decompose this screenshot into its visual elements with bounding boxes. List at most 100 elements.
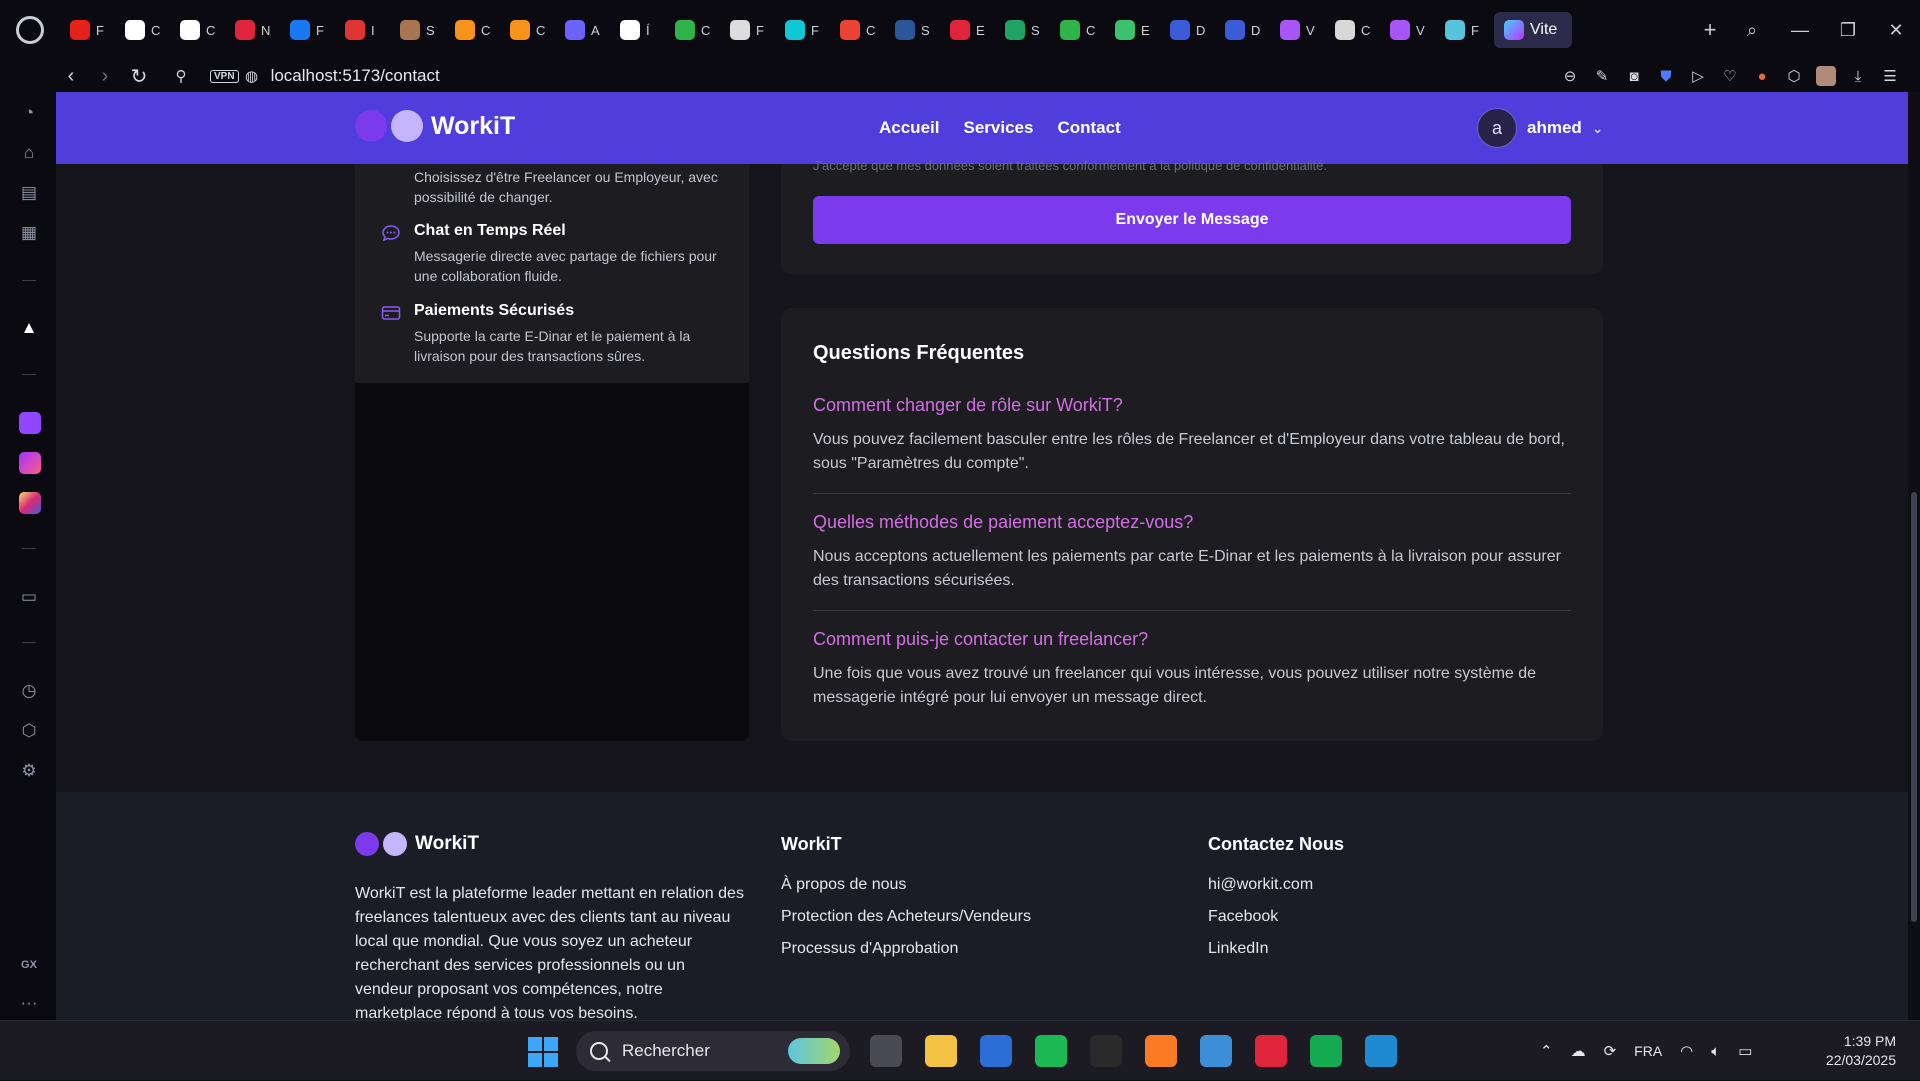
browser-tab[interactable]: V (1380, 0, 1435, 60)
menu-icon[interactable]: ☰ (1880, 66, 1900, 86)
browser-tab[interactable]: S (995, 0, 1050, 60)
instagram-icon[interactable] (19, 492, 41, 514)
reload-button[interactable]: ↻ (122, 60, 156, 92)
browser-tab[interactable]: F (775, 0, 830, 60)
url-field[interactable]: localhost:5173/contact (271, 66, 440, 86)
forward-button[interactable]: › (88, 60, 122, 92)
battery-icon[interactable]: ▭ (1738, 1042, 1752, 1060)
maximize-button[interactable]: ❐ (1824, 10, 1872, 50)
edit-icon[interactable]: ✎ (1592, 66, 1612, 86)
language-indicator[interactable]: FRA (1634, 1043, 1662, 1059)
browser-tab[interactable]: S (390, 0, 445, 60)
mongodb-compass-icon[interactable] (1310, 1035, 1342, 1067)
nav-link-services[interactable]: Services (963, 118, 1033, 138)
more-icon[interactable]: ··· (18, 992, 40, 1014)
vscode-icon[interactable] (1365, 1035, 1397, 1067)
browser-tab[interactable]: C (170, 0, 225, 60)
browser-tab[interactable]: C (445, 0, 500, 60)
site-settings-icon[interactable]: ⚲ (164, 60, 198, 92)
browser-tab[interactable]: I (335, 0, 390, 60)
send-icon[interactable]: ▷ (1688, 66, 1708, 86)
browser-tab[interactable]: C (665, 0, 720, 60)
close-window-button[interactable]: ✕ (1872, 10, 1920, 50)
browser-tab[interactable]: D (1160, 0, 1215, 60)
cube-icon[interactable]: ⬡ (1784, 66, 1804, 86)
spotify-icon[interactable] (1035, 1035, 1067, 1067)
zoom-icon[interactable]: ⊖ (1560, 66, 1580, 86)
footer-link-about[interactable]: À propos de nous (781, 876, 906, 894)
footer-link-protection[interactable]: Protection des Acheteurs/Vendeurs (781, 908, 1031, 926)
profile-avatar[interactable] (1816, 66, 1836, 86)
browser-tab-active[interactable]: Vite (1494, 12, 1572, 48)
history-icon[interactable]: ◷ (18, 680, 40, 702)
aria-icon[interactable]: ▲ (18, 317, 40, 339)
browser-tab[interactable]: A (555, 0, 610, 60)
avatar[interactable]: a (1477, 108, 1517, 148)
chatgpt-icon[interactable] (1090, 1035, 1122, 1067)
browser-tab[interactable]: F (720, 0, 775, 60)
search-tabs-icon[interactable]: ⌕ (1728, 10, 1776, 50)
browser-tab[interactable]: F (1435, 0, 1490, 60)
browser-tab[interactable]: N (225, 0, 280, 60)
browser-tab[interactable]: D (1215, 0, 1270, 60)
xampp-icon[interactable] (1145, 1035, 1177, 1067)
opera-logo-icon[interactable] (0, 0, 60, 60)
extensions-icon[interactable]: ⬡ (18, 720, 40, 742)
browser-tab[interactable]: C (1050, 0, 1105, 60)
box-icon[interactable]: ▦ (18, 222, 40, 244)
user-menu[interactable]: a ahmed ⌄ (1477, 108, 1604, 148)
chevron-down-icon[interactable]: ⌄ (1592, 120, 1604, 137)
send-message-button[interactable]: Envoyer le Message (813, 196, 1571, 244)
footer-link-approval[interactable]: Processus d'Approbation (781, 940, 958, 958)
ms-store-icon[interactable] (980, 1035, 1012, 1067)
opera-icon[interactable] (1255, 1035, 1287, 1067)
wifi-icon[interactable]: ◠ (1680, 1042, 1693, 1060)
footer-link-facebook[interactable]: Facebook (1208, 908, 1278, 926)
wallet-icon[interactable]: ▤ (18, 182, 40, 204)
minimize-button[interactable]: — (1776, 10, 1824, 50)
file-explorer-icon[interactable] (925, 1035, 957, 1067)
browser-tab[interactable]: Í (610, 0, 665, 60)
consent-label[interactable]: J'accepte que mes données soient traitée… (813, 158, 1327, 173)
nav-link-contact[interactable]: Contact (1057, 118, 1120, 138)
scrollbar-thumb[interactable] (1911, 492, 1917, 922)
task-view-icon[interactable] (870, 1035, 902, 1067)
heart-icon[interactable]: ♡ (1720, 66, 1740, 86)
shield-icon[interactable]: ⛊ (1656, 66, 1676, 86)
speed-dial-icon[interactable]: ◔ (18, 102, 40, 124)
footer-link-linkedin[interactable]: LinkedIn (1208, 940, 1269, 958)
browser-tab[interactable]: S (885, 0, 940, 60)
site-logo[interactable]: WorkiT (355, 110, 515, 142)
chevron-up-icon[interactable]: ⌃ (1540, 1042, 1553, 1060)
browser-tab[interactable]: E (1105, 0, 1160, 60)
camera-icon[interactable]: ◙ (1624, 66, 1644, 86)
settings-gear-icon[interactable]: ⚙ (18, 760, 40, 782)
browser-tab[interactable]: C (830, 0, 885, 60)
nav-link-accueil[interactable]: Accueil (879, 118, 939, 138)
taskbar-clock[interactable]: 1:39 PM 22/03/2025 (1812, 1032, 1896, 1070)
browser-tab[interactable]: V (1270, 0, 1325, 60)
browser-tab[interactable]: E (940, 0, 995, 60)
page-scrollbar[interactable] (1908, 92, 1920, 1020)
gx-icon[interactable]: GX (18, 954, 40, 976)
notepad-icon[interactable] (1200, 1035, 1232, 1067)
browser-tab[interactable]: F (280, 0, 335, 60)
new-tab-button[interactable]: + (1692, 0, 1728, 60)
sync-icon[interactable]: ⟳ (1604, 1042, 1617, 1060)
onedrive-icon[interactable]: ☁ (1571, 1042, 1586, 1060)
twitch-icon[interactable] (19, 412, 41, 434)
back-button[interactable]: ‹ (54, 60, 88, 92)
extension-icon[interactable]: ● (1752, 66, 1772, 86)
browser-tab[interactable]: F (60, 0, 115, 60)
browser-tab[interactable]: C (1325, 0, 1380, 60)
footer-logo[interactable]: WorkiT (355, 832, 479, 856)
volume-icon[interactable]: 🔈︎ (1711, 1043, 1720, 1060)
footer-link-email[interactable]: hi@workit.com (1208, 876, 1313, 894)
download-icon[interactable]: ⤓ (1848, 66, 1868, 86)
wallet-icon[interactable]: ▭ (18, 586, 40, 608)
taskbar-search[interactable]: Rechercher (576, 1031, 850, 1071)
vpn-badge[interactable]: VPN (210, 69, 239, 83)
ai-icon[interactable]: ⌂ (18, 142, 40, 164)
browser-tab[interactable]: C (115, 0, 170, 60)
messenger-icon[interactable] (19, 452, 41, 474)
